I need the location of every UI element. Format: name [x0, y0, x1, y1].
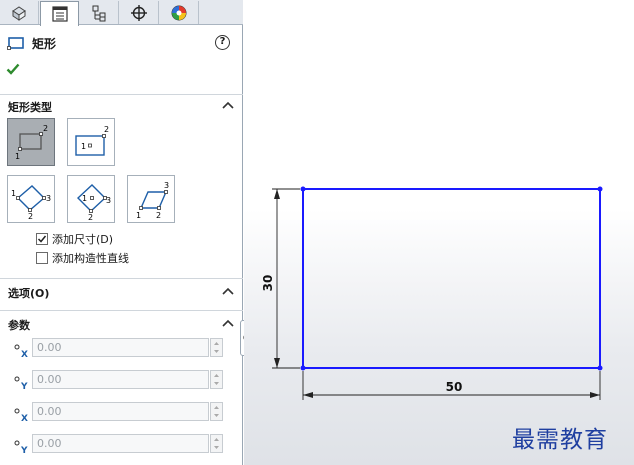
- spin-arrows-icon: [214, 406, 219, 417]
- height-dimension-value[interactable]: 30: [261, 275, 275, 292]
- spinner[interactable]: [210, 402, 223, 421]
- arrow-left-icon: [303, 392, 313, 398]
- center-rectangle-icon: 1 2: [75, 125, 109, 156]
- graphics-area[interactable]: 50 30: [244, 0, 634, 465]
- chevron-up-icon[interactable]: [222, 319, 234, 327]
- sketch-point[interactable]: [300, 186, 306, 192]
- svg-text:1: 1: [15, 152, 20, 161]
- feature-tree-icon: [12, 5, 26, 21]
- displaymanager-tab[interactable]: [160, 1, 199, 24]
- point-y-icon: Y: [14, 376, 28, 391]
- corner-rectangle-button[interactable]: 1 2: [7, 118, 55, 166]
- spin-arrows-icon: [214, 438, 219, 449]
- configuration-icon: [92, 5, 106, 21]
- 3-point-corner-rectangle-icon: 1 3 2: [11, 185, 51, 221]
- parameter-row: X 0.00: [0, 402, 243, 424]
- add-dimensions-label: 添加尺寸(D): [52, 233, 114, 246]
- svg-text:3: 3: [106, 196, 111, 205]
- svg-text:Y: Y: [20, 446, 28, 455]
- property-manager-icon: [51, 6, 68, 22]
- page-title: 矩形: [32, 37, 57, 51]
- add-dimensions-checkbox[interactable]: [36, 233, 48, 245]
- svg-text:1: 1: [81, 142, 86, 151]
- manager-tabs: [0, 0, 243, 26]
- svg-text:X: X: [21, 414, 28, 423]
- 3-point-center-rectangle-button[interactable]: 1 3 2: [67, 175, 115, 223]
- configurationmanager-tab[interactable]: [80, 1, 119, 24]
- svg-text:1: 1: [11, 189, 16, 198]
- svg-text:3: 3: [46, 194, 51, 203]
- chevron-up-icon[interactable]: [222, 287, 234, 295]
- sketch-view[interactable]: 50 30: [244, 0, 634, 465]
- svg-text:2: 2: [43, 124, 48, 133]
- add-construction-lines-option[interactable]: 添加构造性直线: [36, 250, 129, 266]
- arrow-right-icon: [590, 392, 600, 398]
- corner-x-input[interactable]: 0.00: [32, 402, 209, 421]
- center-rectangle-button[interactable]: 1 2: [67, 118, 115, 166]
- svg-text:2: 2: [104, 125, 109, 134]
- sketch-point[interactable]: [597, 186, 603, 192]
- point-x-icon: X: [14, 344, 28, 359]
- ok-checkmark-icon[interactable]: [6, 62, 20, 76]
- spin-arrows-icon: [214, 374, 219, 385]
- crosshair-icon: [131, 4, 147, 21]
- parameter-row: Y 0.00: [0, 434, 243, 456]
- rectangle-type-title: 矩形类型: [8, 101, 52, 114]
- center-x-input[interactable]: 0.00: [32, 338, 209, 357]
- parameters-title: 参数: [8, 319, 30, 332]
- parallelogram-button[interactable]: 1 2 3: [127, 175, 175, 223]
- help-icon[interactable]: ?: [215, 35, 230, 50]
- propertymanager-tab[interactable]: [40, 1, 79, 26]
- 3-point-corner-rectangle-button[interactable]: 1 3 2: [7, 175, 55, 223]
- options-section-header[interactable]: 选项(O): [0, 278, 243, 300]
- point-x-icon: X: [14, 408, 28, 423]
- rectangle-icon: [7, 37, 24, 50]
- add-construction-lines-checkbox[interactable]: [36, 252, 48, 264]
- sketch-point[interactable]: [597, 365, 603, 371]
- svg-text:2: 2: [88, 213, 93, 222]
- svg-text:X: X: [21, 350, 28, 359]
- featuremanager-tab[interactable]: [0, 1, 39, 24]
- watermark-logo: 最需教育: [512, 427, 608, 453]
- add-dimensions-option[interactable]: 添加尺寸(D): [36, 231, 113, 247]
- corner-rectangle-icon: 1 2: [15, 124, 48, 161]
- property-manager-panel: 矩形 ? 矩形类型 1 2 1 2 1 3 2 1 3 2 1 2 3 添加尺寸…: [0, 0, 243, 465]
- parameters-section-header[interactable]: 参数: [0, 310, 243, 332]
- arrow-up-icon: [274, 189, 280, 199]
- svg-text:3: 3: [164, 181, 169, 190]
- arrow-down-icon: [274, 358, 280, 368]
- width-dimension-value[interactable]: 50: [446, 380, 463, 394]
- corner-y-input[interactable]: 0.00: [32, 434, 209, 453]
- sketch-point[interactable]: [300, 365, 306, 371]
- chevron-up-icon[interactable]: [222, 101, 234, 109]
- spinner[interactable]: [210, 338, 223, 357]
- point-y-icon: Y: [14, 440, 28, 455]
- sketch-rectangle[interactable]: [302, 188, 601, 369]
- rectangle-type-section-header[interactable]: 矩形类型: [0, 94, 243, 116]
- add-construction-lines-label: 添加构造性直线: [52, 252, 129, 265]
- svg-text:2: 2: [28, 212, 33, 221]
- appearance-icon: [171, 5, 187, 20]
- parallelogram-icon: 1 2 3: [136, 181, 169, 220]
- options-title: 选项(O): [8, 287, 50, 300]
- spin-arrows-icon: [214, 342, 219, 353]
- svg-text:1: 1: [136, 211, 141, 220]
- center-y-input[interactable]: 0.00: [32, 370, 209, 389]
- svg-text:2: 2: [156, 211, 161, 220]
- dimxpertmanager-tab[interactable]: [120, 1, 159, 24]
- spinner[interactable]: [210, 370, 223, 389]
- svg-text:Y: Y: [20, 382, 28, 391]
- spinner[interactable]: [210, 434, 223, 453]
- parameter-row: X 0.00: [0, 338, 243, 360]
- check-icon: [37, 235, 47, 243]
- parameter-row: Y 0.00: [0, 370, 243, 392]
- svg-text:1: 1: [82, 194, 87, 203]
- property-manager-header: 矩形 ?: [0, 30, 243, 56]
- 3-point-center-rectangle-icon: 1 3 2: [76, 184, 111, 222]
